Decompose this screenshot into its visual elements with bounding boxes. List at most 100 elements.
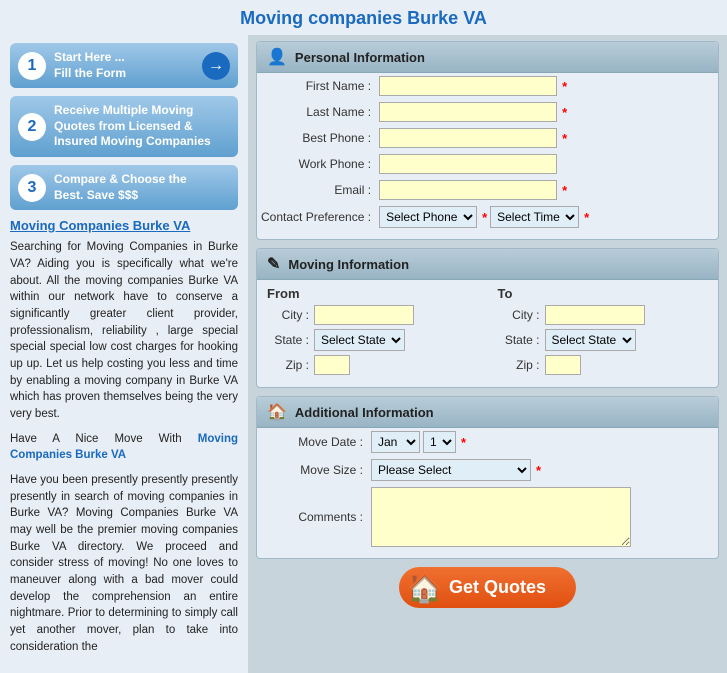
work-phone-input[interactable]: [379, 154, 557, 174]
additional-header-label: Additional Information: [295, 405, 434, 420]
personal-header-label: Personal Information: [295, 50, 425, 65]
from-state-dropdown[interactable]: Select State VAMDDC: [314, 329, 405, 351]
moving-from-col: From City : State : Select State VAMDDC …: [267, 286, 478, 379]
step1-number: 1: [18, 52, 46, 80]
from-zip-label: Zip :: [267, 358, 309, 372]
first-name-input-cell: *: [379, 76, 714, 96]
personal-info-header: 👤 Personal Information: [257, 42, 718, 73]
move-day-dropdown[interactable]: 1 2345: [423, 431, 456, 453]
step2-number: 2: [18, 113, 46, 141]
step2-box: 2 Receive Multiple Moving Quotes from Li…: [10, 96, 238, 157]
email-required: *: [562, 183, 567, 198]
best-phone-row: Best Phone : *: [257, 125, 718, 151]
select-time-dropdown[interactable]: Select Time Morning Afternoon Evening: [490, 206, 579, 228]
select-phone-dropdown[interactable]: Select Phone Home Work Cell: [379, 206, 477, 228]
to-state-label: State :: [498, 333, 540, 347]
step2-line2: Quotes from Licensed &: [54, 119, 193, 133]
move-month-dropdown[interactable]: Jan FebMarAprMay JunJulAugSep OctNovDec: [371, 431, 420, 453]
get-quotes-house-icon: 🏠: [407, 571, 442, 604]
from-city-input[interactable]: [314, 305, 414, 325]
contact-pref-label: Contact Preference :: [257, 203, 375, 231]
step2-line1: Receive Multiple Moving: [54, 103, 193, 117]
best-phone-input[interactable]: [379, 128, 557, 148]
from-zip-input[interactable]: [314, 355, 350, 375]
comments-row: Comments :: [257, 484, 718, 550]
from-city-label: City :: [267, 308, 309, 322]
contact-time-required: *: [584, 210, 589, 225]
step1-line2: Fill the Form: [54, 66, 126, 80]
step3-line1: Compare & Choose the: [54, 172, 187, 186]
first-name-label: First Name :: [257, 73, 375, 99]
comments-label: Comments :: [257, 484, 367, 550]
contact-phone-required: *: [482, 210, 487, 225]
from-state-label: State :: [267, 333, 309, 347]
email-input[interactable]: [379, 180, 557, 200]
personal-form-table: First Name : * Last Name : *: [257, 73, 718, 231]
personal-info-section: 👤 Personal Information First Name : * La…: [256, 41, 719, 240]
move-size-label: Move Size :: [257, 456, 367, 484]
step1-text: Start Here ... Fill the Form: [54, 50, 196, 81]
form-panel: 👤 Personal Information First Name : * La…: [248, 35, 727, 673]
step1-arrow: →: [202, 52, 230, 80]
moving-grid: From City : State : Select State VAMDDC …: [257, 280, 718, 379]
additional-form-table: Move Date : Jan FebMarAprMay JunJulAugSe…: [257, 428, 718, 550]
last-name-input[interactable]: [379, 102, 557, 122]
step2-line3: Insured Moving Companies: [54, 134, 211, 148]
to-zip-input[interactable]: [545, 355, 581, 375]
work-phone-label: Work Phone :: [257, 151, 375, 177]
move-size-row: Move Size : Please Select Studio 1 Bedro…: [257, 456, 718, 484]
personal-icon: 👤: [267, 47, 287, 67]
work-phone-input-cell: [379, 154, 714, 174]
to-city-input[interactable]: [545, 305, 645, 325]
sidebar-para2-plain: Have A Nice Move With: [10, 433, 198, 445]
sidebar-para3: Have you been presently presently presen…: [10, 472, 238, 655]
step3-line2-plain: Best.: [54, 188, 87, 202]
move-date-input-cell: Jan FebMarAprMay JunJulAugSep OctNovDec …: [371, 431, 714, 453]
step3-line2-bold: Save $$$: [87, 188, 138, 202]
email-row: Email : *: [257, 177, 718, 203]
to-city-label: City :: [498, 308, 540, 322]
first-name-input[interactable]: [379, 76, 557, 96]
move-size-required: *: [536, 463, 541, 478]
last-name-required: *: [562, 105, 567, 120]
step3-number: 3: [18, 174, 46, 202]
last-name-row: Last Name : *: [257, 99, 718, 125]
comments-textarea[interactable]: [371, 487, 631, 547]
first-name-row: First Name : *: [257, 73, 718, 99]
step3-text: Compare & Choose the Best. Save $$$: [54, 172, 230, 203]
to-state-row: State : Select State VAMDDC: [498, 329, 709, 351]
best-phone-label: Best Phone :: [257, 125, 375, 151]
from-city-row: City :: [267, 305, 478, 325]
moving-icon: ✎: [267, 254, 280, 274]
contact-pref-row: Contact Preference : Select Phone Home W…: [257, 203, 718, 231]
move-size-dropdown[interactable]: Please Select Studio 1 Bedroom 2 Bedroom…: [371, 459, 531, 481]
to-zip-label: Zip :: [498, 358, 540, 372]
get-quotes-button[interactable]: 🏠 Get Quotes: [399, 567, 576, 608]
page-title: Moving companies Burke VA: [0, 0, 727, 35]
move-date-required: *: [461, 435, 466, 450]
moving-to-col: To City : State : Select State VAMDDC Zi…: [498, 286, 709, 379]
get-quotes-label: Get Quotes: [449, 577, 546, 598]
to-zip-row: Zip :: [498, 355, 709, 375]
last-name-input-cell: *: [379, 102, 714, 122]
last-name-label: Last Name :: [257, 99, 375, 125]
get-quotes-wrapper: 🏠 Get Quotes: [256, 567, 719, 608]
from-zip-row: Zip :: [267, 355, 478, 375]
sidebar-para1: Searching for Moving Companies in Burke …: [10, 239, 238, 422]
to-state-dropdown[interactable]: Select State VAMDDC: [545, 329, 636, 351]
best-phone-input-cell: *: [379, 128, 714, 148]
moving-header-label: Moving Information: [288, 257, 409, 272]
sidebar-link[interactable]: Moving Companies Burke VA: [10, 218, 238, 233]
from-label: From: [267, 286, 478, 301]
moving-info-section: ✎ Moving Information From City : State :…: [256, 248, 719, 388]
from-state-row: State : Select State VAMDDC: [267, 329, 478, 351]
email-input-cell: *: [379, 180, 714, 200]
additional-info-header: 🏠 Additional Information: [257, 397, 718, 428]
additional-info-section: 🏠 Additional Information Move Date : Jan…: [256, 396, 719, 559]
move-date-label: Move Date :: [257, 428, 367, 456]
moving-divider: [478, 286, 498, 379]
step1-box: 1 Start Here ... Fill the Form →: [10, 43, 238, 88]
moving-info-header: ✎ Moving Information: [257, 249, 718, 280]
step2-text: Receive Multiple Moving Quotes from Lice…: [54, 103, 230, 150]
contact-pref-input-cell: Select Phone Home Work Cell * Select Tim…: [379, 206, 714, 228]
